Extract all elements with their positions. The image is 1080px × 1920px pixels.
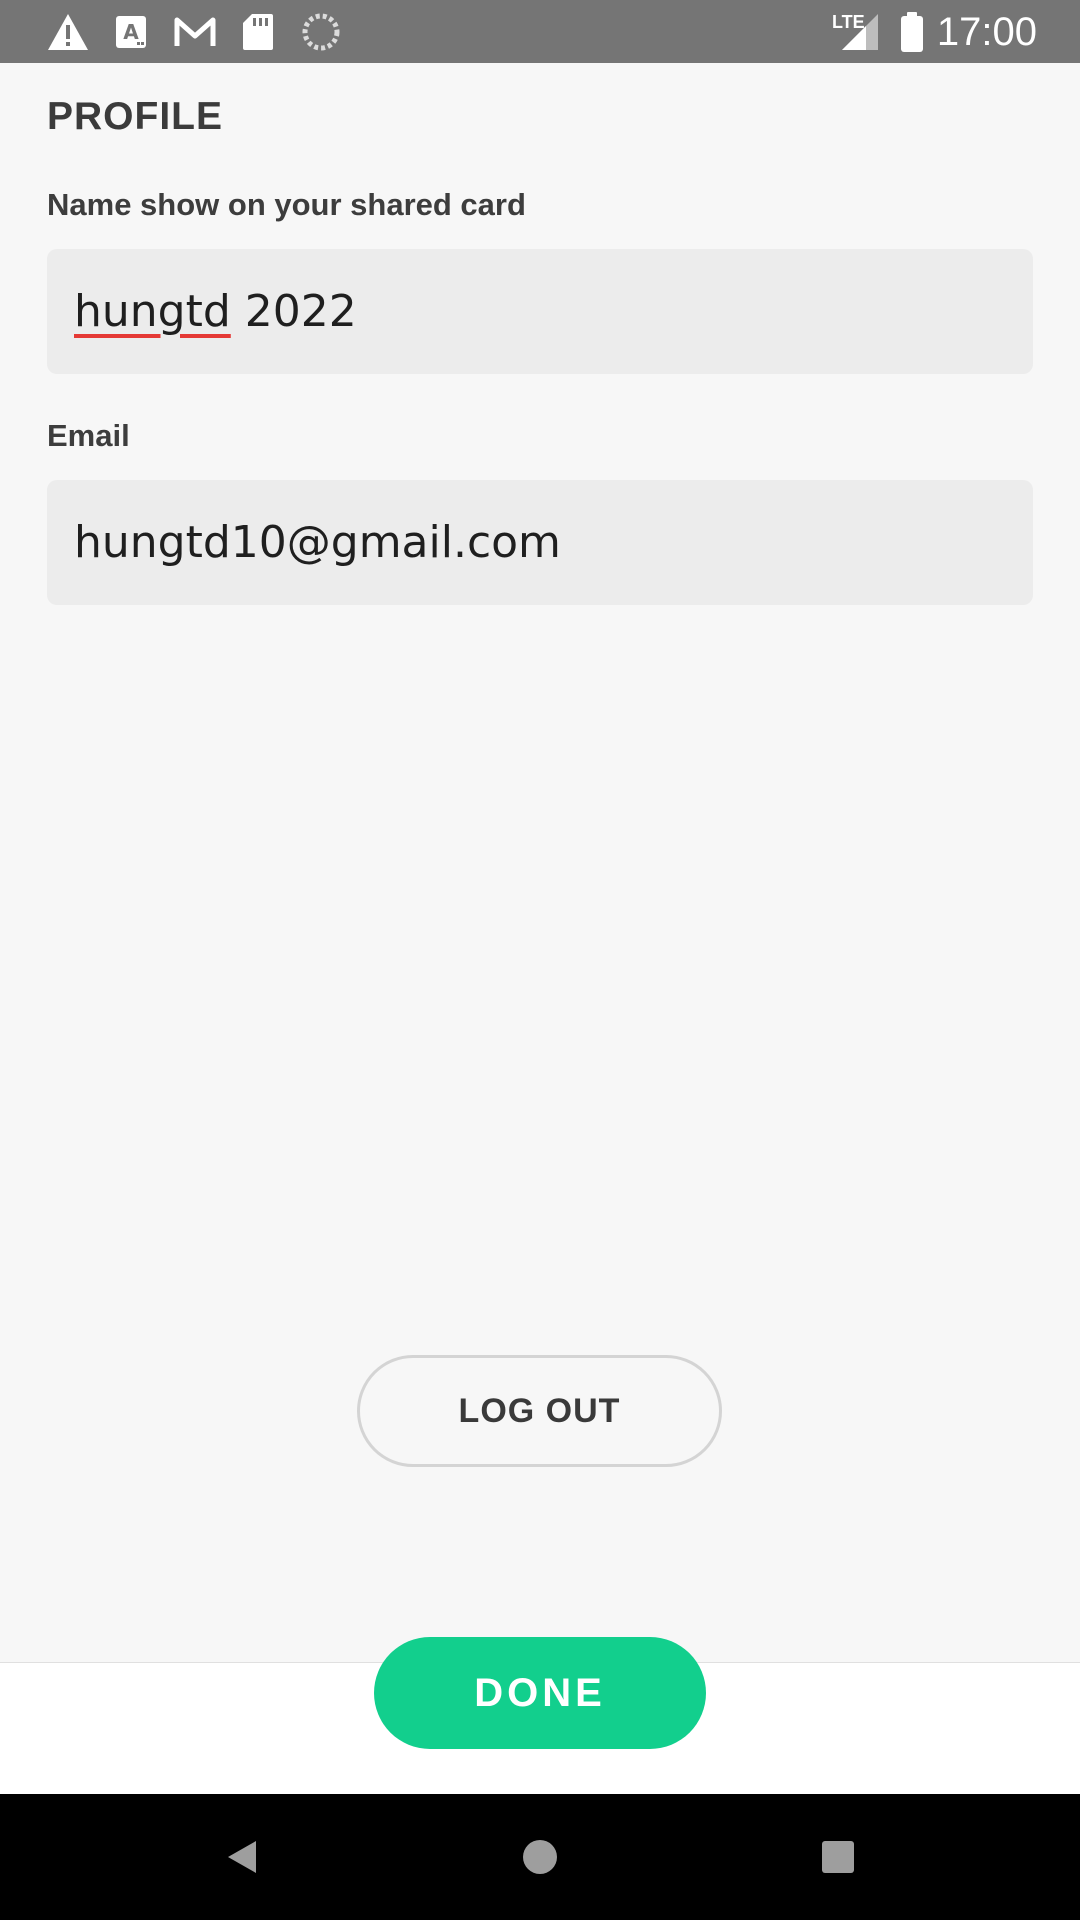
name-value-rest: 2022: [230, 286, 357, 337]
email-label: Email: [47, 418, 130, 453]
sync-icon: [299, 10, 343, 54]
home-icon[interactable]: [507, 1824, 573, 1890]
battery-icon: [890, 10, 934, 54]
email-field[interactable]: hungtd10@gmail.com: [47, 480, 1033, 605]
name-field[interactable]: hungtd 2022: [47, 249, 1033, 374]
email-field-value: hungtd10@gmail.com: [74, 517, 561, 568]
done-button[interactable]: DONE: [374, 1637, 706, 1749]
name-label: Name show on your shared card: [47, 187, 526, 222]
text-a-icon: A: [109, 10, 153, 54]
logout-button[interactable]: LOG OUT: [357, 1355, 722, 1467]
status-bar: A LTE 17:00: [0, 0, 1080, 63]
back-icon[interactable]: [209, 1824, 275, 1890]
warning-icon: [46, 10, 90, 54]
recents-icon[interactable]: [805, 1824, 871, 1890]
navigation-bar: [0, 1794, 1080, 1920]
sd-card-icon: [236, 10, 280, 54]
name-field-value: hungtd 2022: [74, 286, 357, 337]
signal-icon: [836, 10, 880, 54]
svg-text:A: A: [123, 20, 139, 44]
status-time: 17:00: [936, 10, 1037, 54]
gmail-icon: [173, 10, 217, 54]
name-misspelled-word: hungtd: [74, 286, 231, 337]
page-title: PROFILE: [47, 95, 224, 138]
